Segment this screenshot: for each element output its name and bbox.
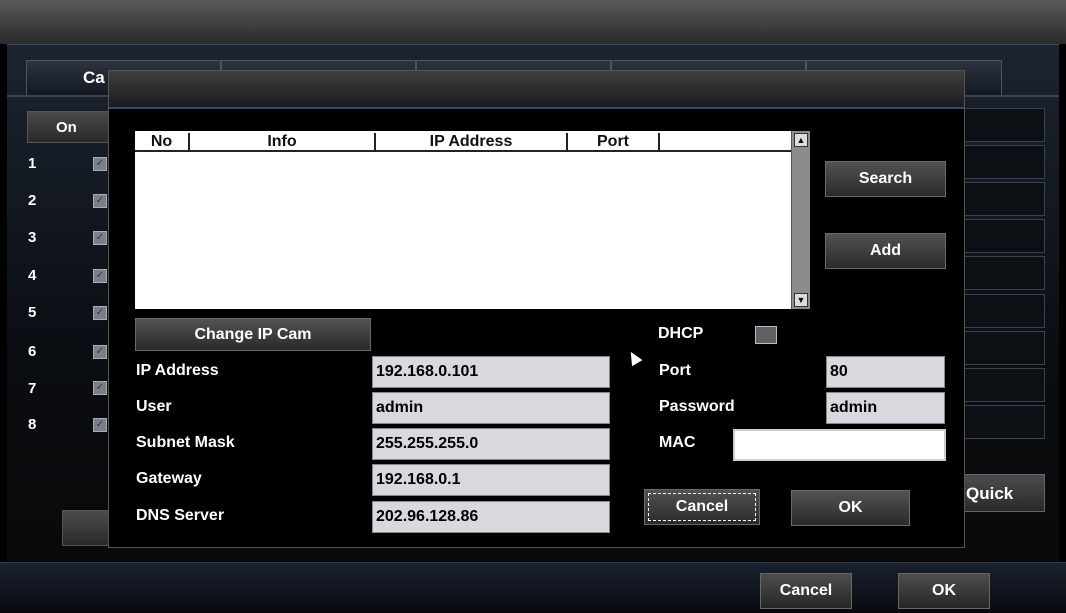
channel-row-number: 2	[28, 192, 37, 209]
device-list[interactable]: No Info IP Address Port ▲ ▼	[135, 131, 810, 309]
channel-cell[interactable]	[962, 145, 1045, 179]
channel-enable-checkbox[interactable]: ✓	[93, 157, 107, 171]
port-field[interactable]	[826, 356, 945, 388]
channel-row-number: 8	[28, 416, 37, 433]
gateway-label: Gateway	[136, 470, 202, 487]
column-header-port[interactable]: Port	[568, 133, 660, 152]
cancel-button[interactable]: Cancel	[760, 573, 852, 609]
dns-server-label: DNS Server	[136, 507, 225, 524]
channel-cell[interactable]	[962, 405, 1045, 439]
channel-cell[interactable]	[962, 331, 1045, 365]
dhcp-label: DHCP	[658, 325, 704, 342]
user-field[interactable]	[372, 392, 610, 424]
dhcp-checkbox[interactable]	[755, 326, 777, 344]
user-label: User	[136, 398, 172, 415]
subnet-mask-field[interactable]	[372, 428, 610, 460]
channel-cell[interactable]	[962, 108, 1045, 142]
on-column-header[interactable]: On	[27, 111, 117, 143]
channel-row-number: 6	[28, 343, 37, 360]
channel-row-number: 3	[28, 229, 37, 246]
scroll-up-icon[interactable]: ▲	[794, 133, 808, 147]
scroll-down-icon[interactable]: ▼	[794, 293, 808, 307]
change-ip-cam-button[interactable]: Change IP Cam	[135, 318, 371, 351]
search-button[interactable]: Search	[825, 161, 946, 197]
mac-label: MAC	[659, 434, 696, 451]
dialog-ok-button[interactable]: OK	[791, 490, 910, 526]
column-header-info[interactable]: Info	[190, 133, 376, 152]
device-list-scrollbar[interactable]: ▲ ▼	[791, 131, 810, 309]
dialog-cancel-button[interactable]: Cancel	[644, 489, 760, 525]
column-header-ip-address[interactable]: IP Address	[376, 133, 568, 152]
channel-row-number: 7	[28, 380, 37, 397]
channel-enable-checkbox[interactable]: ✓	[93, 306, 107, 320]
channel-row-number: 5	[28, 304, 37, 321]
channel-enable-checkbox[interactable]: ✓	[93, 345, 107, 359]
channel-cell[interactable]	[962, 256, 1045, 290]
gateway-field[interactable]	[372, 464, 610, 496]
channel-cell[interactable]	[962, 294, 1045, 328]
channel-cell[interactable]	[962, 368, 1045, 402]
top-bar	[0, 0, 1066, 44]
channel-row-number: 4	[28, 267, 37, 284]
channel-row-number: 1	[28, 155, 37, 172]
ip-address-label: IP Address	[136, 362, 219, 379]
channel-enable-checkbox[interactable]: ✓	[93, 381, 107, 395]
ok-button[interactable]: OK	[898, 573, 990, 609]
channel-enable-checkbox[interactable]: ✓	[93, 269, 107, 283]
ip-camera-dialog: No Info IP Address Port ▲ ▼ Search Add C…	[108, 70, 965, 548]
password-label: Password	[659, 398, 735, 415]
channel-enable-checkbox[interactable]: ✓	[93, 194, 107, 208]
subnet-mask-label: Subnet Mask	[136, 434, 235, 451]
port-label: Port	[659, 362, 691, 379]
mac-field[interactable]	[733, 429, 946, 461]
ip-address-field[interactable]	[372, 356, 610, 388]
dialog-title-bar[interactable]	[109, 71, 964, 109]
dns-server-field[interactable]	[372, 501, 610, 533]
tab-camera-label: Ca	[83, 68, 105, 87]
column-header-no[interactable]: No	[135, 133, 190, 152]
password-field[interactable]	[826, 392, 945, 424]
add-button[interactable]: Add	[825, 233, 946, 269]
channel-enable-checkbox[interactable]: ✓	[93, 418, 107, 432]
channel-cell[interactable]	[962, 219, 1045, 253]
device-list-header: No Info IP Address Port	[135, 131, 791, 152]
channel-enable-checkbox[interactable]: ✓	[93, 231, 107, 245]
channel-cell[interactable]	[962, 182, 1045, 216]
